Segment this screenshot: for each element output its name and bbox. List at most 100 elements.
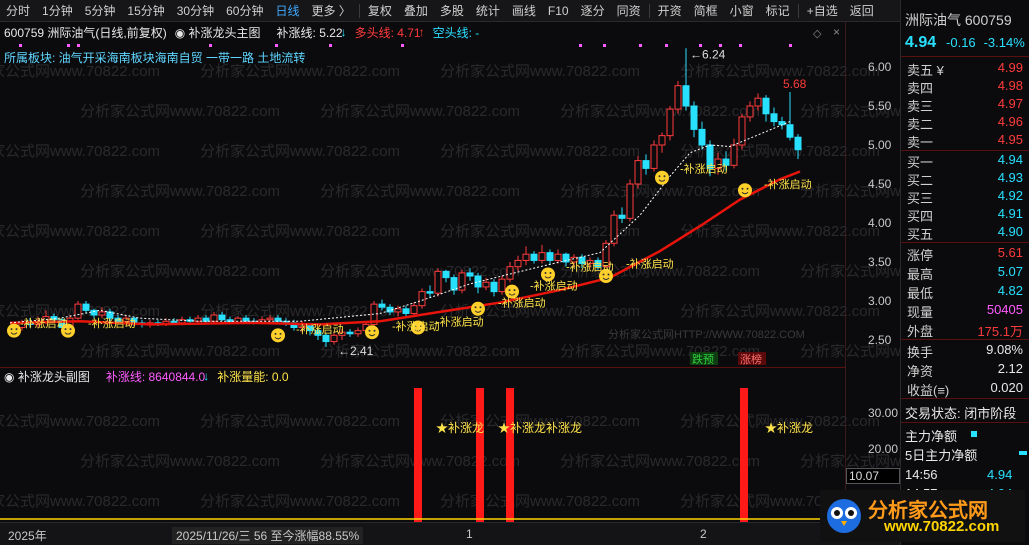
- price-axis-tick: 4.00: [868, 216, 892, 230]
- toolbar-item-4[interactable]: 30分钟: [171, 0, 220, 22]
- buzhang-dragon-label: ★补涨龙补涨龙: [498, 420, 582, 435]
- toolbar-item-2[interactable]: 5分钟: [79, 0, 122, 22]
- stat-row[interactable]: 净资 2.12: [907, 361, 1023, 380]
- bid-row[interactable]: 买三 4.92: [907, 188, 1023, 207]
- row-value: 175.1万: [977, 324, 1023, 339]
- row-label: 净资: [907, 364, 934, 379]
- toolbar-item-8[interactable]: 复权: [362, 0, 398, 22]
- stat-row[interactable]: 最低 4.82: [907, 283, 1023, 302]
- candle-body: [650, 144, 658, 169]
- stat-row[interactable]: 最高 5.07: [907, 264, 1023, 283]
- center-watermark: 分析家公式网HTTP://WWW.70822.COM: [608, 327, 805, 341]
- toolbar-item-6[interactable]: 日线: [269, 0, 305, 22]
- stat-row[interactable]: 外盘 175.1万: [907, 321, 1023, 340]
- stat-row[interactable]: 换手 9.08%: [907, 342, 1023, 361]
- logo-url: www.70822.com: [884, 518, 1000, 535]
- candle-body: [418, 291, 426, 307]
- smiley-icon: [7, 323, 21, 338]
- expand-icon[interactable]: ◇: [813, 27, 821, 40]
- candle-body: [354, 330, 362, 335]
- smiley-eye: [15, 328, 18, 331]
- toolbar-item-9[interactable]: 叠加: [398, 0, 434, 22]
- candle-body: [730, 144, 738, 166]
- bid-row[interactable]: 买五 4.90: [907, 224, 1023, 243]
- smiley-eye: [602, 273, 605, 276]
- bid-row[interactable]: 买一 4.94: [907, 152, 1023, 171]
- candle-body: [466, 272, 474, 277]
- bid-row[interactable]: 买二 4.93: [907, 170, 1023, 189]
- toolbar-item-12[interactable]: 画线: [506, 0, 542, 22]
- sub-axis-tick: 30.00: [868, 406, 899, 420]
- candle-body: [402, 308, 410, 314]
- candle-body: [482, 281, 490, 288]
- row-label: 收益(≡): [907, 383, 950, 398]
- smiley-eye: [10, 328, 13, 331]
- buzhang-start-label: -补涨启动: [20, 317, 68, 330]
- toolbar-item-13[interactable]: F10: [542, 0, 575, 22]
- indicator-selector[interactable]: ◉ 补涨龙头主图: [175, 24, 269, 41]
- toolbar-item-20[interactable]: +自选: [801, 0, 844, 22]
- long-line: [9, 170, 801, 326]
- month-tick-2: 2: [700, 527, 707, 541]
- row-label: 卖五 ¥: [907, 63, 944, 78]
- candlestick-chart[interactable]: -补涨启动 -补涨启动-补涨启动 -补涨启动-补涨启动-补涨启动-补涨启动-补涨启动…: [0, 40, 846, 365]
- signal-dot: [719, 44, 722, 47]
- signal-dot: [77, 44, 80, 47]
- volume-signal-chart[interactable]: ★补涨龙 ★补涨龙补涨龙 ★补涨龙: [0, 384, 846, 522]
- toolbar-item-15[interactable]: 同资: [611, 0, 647, 22]
- candle-body: [530, 253, 538, 261]
- row-value: 4.90: [997, 224, 1023, 239]
- duotou-line-value: 多头线: 4.71: [354, 25, 421, 40]
- sub-buzhang-line: 补涨线: 8640844.0: [105, 369, 206, 384]
- price-axis-tick: 5.00: [868, 138, 892, 152]
- ask-row[interactable]: 卖一 4.95: [907, 132, 1023, 151]
- signal-dot: [275, 44, 278, 47]
- row-label: 买三: [907, 191, 934, 206]
- candle-body: [618, 214, 626, 219]
- candle-body: [506, 266, 514, 280]
- row-label: 买四: [907, 209, 934, 224]
- row-label: 最高: [907, 267, 934, 282]
- ask-row[interactable]: 卖三 4.97: [907, 96, 1023, 115]
- toolbar-item-5[interactable]: 60分钟: [220, 0, 269, 22]
- price-axis-tick: 3.00: [868, 294, 892, 308]
- stat-row[interactable]: 现量 50405: [907, 302, 1023, 321]
- smiley-icon: [738, 183, 752, 198]
- five-day-flow-label[interactable]: 5日主力净额: [905, 445, 977, 464]
- ask-row[interactable]: 卖四 4.98: [907, 78, 1023, 97]
- smiley-eye: [479, 306, 482, 309]
- smiley-eye: [513, 289, 516, 292]
- toolbar-item-17[interactable]: 简框: [688, 0, 724, 22]
- toolbar-item-1[interactable]: 1分钟: [36, 0, 79, 22]
- main-net-flow-label[interactable]: 主力净额: [905, 426, 957, 445]
- toolbar-item-21[interactable]: 返回: [844, 0, 880, 22]
- toolbar-item-16[interactable]: 开资: [652, 0, 688, 22]
- close-icon[interactable]: ×: [833, 25, 840, 39]
- toolbar-item-0[interactable]: 分时: [0, 0, 36, 22]
- row-value: 2.12: [997, 361, 1023, 376]
- ask-row[interactable]: 卖五 ¥ 4.99: [907, 60, 1023, 79]
- candle-body: [698, 128, 706, 146]
- candle-body: [218, 314, 226, 321]
- toolbar-item-11[interactable]: 统计: [470, 0, 506, 22]
- toolbar-item-18[interactable]: 小窗: [724, 0, 760, 22]
- candle-body: [170, 320, 178, 324]
- row-label: 买五: [907, 227, 934, 242]
- row-value: 4.91: [997, 206, 1023, 221]
- bid-row[interactable]: 买四 4.91: [907, 206, 1023, 225]
- price-axis-tick: 5.50: [868, 99, 892, 113]
- stat-row[interactable]: 收益(≡) 0.020: [907, 380, 1023, 399]
- stat-row[interactable]: 涨停 5.61: [907, 245, 1023, 264]
- toolbar-item-7[interactable]: 更多 〉: [305, 0, 356, 22]
- ask-row[interactable]: 卖二 4.96: [907, 114, 1023, 133]
- sub-indicator-selector[interactable]: ◉ 补涨龙头副图: [4, 368, 98, 385]
- row-label: 卖三: [907, 99, 934, 114]
- toolbar-item-10[interactable]: 多股: [434, 0, 470, 22]
- toolbar-item-3[interactable]: 15分钟: [121, 0, 170, 22]
- candle-body: [690, 105, 698, 130]
- toolbar-item-19[interactable]: 标记: [760, 0, 796, 22]
- candle-body: [394, 308, 402, 313]
- smiley-eye: [544, 271, 547, 274]
- toolbar-item-14[interactable]: 逐分: [575, 0, 611, 22]
- buzhang-dragon-label: ★补涨龙: [436, 420, 484, 435]
